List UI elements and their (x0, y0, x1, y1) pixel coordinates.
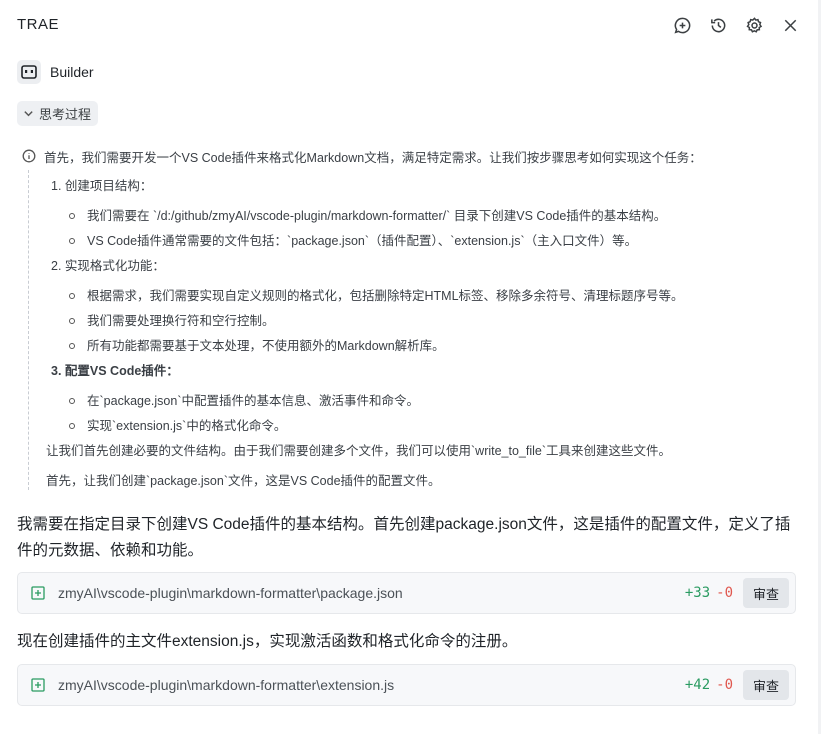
builder-icon (17, 60, 41, 84)
thinking-content: 首先，我们需要开发一个VS Code插件来格式化Markdown文档，满足特定需… (22, 146, 802, 490)
step-title: 2. 实现格式化功能： (51, 259, 165, 273)
settings-button[interactable] (743, 14, 765, 36)
list-item: 实现`extension.js`中的格式化命令。 (69, 416, 286, 436)
close-icon (784, 19, 796, 31)
diff-stats: +42 -0 (685, 677, 733, 693)
thought-paragraph: 首先，让我们创建`package.json`文件，这是VS Code插件的配置文… (46, 474, 441, 488)
thought-paragraph: 让我们首先创建必要的文件结构。由于我们需要创建多个文件，我们可以使用`write… (46, 444, 672, 458)
thinking-toggle[interactable]: 思考过程 (17, 101, 99, 126)
assistant-message: 现在创建插件的主文件extension.js，实现激活函数和格式化命令的注册。 (17, 633, 518, 650)
file-added-icon (31, 678, 45, 692)
assistant-message: 我需要在指定目录下创建VS Code插件的基本结构。首先创建package.js… (17, 516, 791, 559)
thought-intro: 首先，我们需要开发一个VS Code插件来格式化Markdown文档，满足特定需… (44, 150, 702, 165)
gear-icon (745, 16, 762, 33)
file-path[interactable]: zmyAI\vscode-plugin\markdown-formatter\p… (58, 585, 403, 601)
info-icon (22, 149, 36, 163)
list-item: 所有功能都需要基于文本处理，不使用额外的Markdown解析库。 (69, 336, 445, 356)
top-actions (671, 14, 801, 36)
lines-removed: -0 (716, 585, 733, 601)
chevron-down-icon (24, 111, 33, 117)
file-added-icon (31, 586, 45, 600)
thinking-toggle-label: 思考过程 (39, 107, 92, 122)
list-item: 我们需要在 `/d:/github/zmyAI/vscode-plugin/ma… (69, 206, 666, 226)
list-item: 根据需求，我们需要实现自定义规则的格式化，包括删除特定HTML标签、移除多余符号… (69, 286, 684, 306)
review-button[interactable]: 审查 (743, 670, 789, 700)
lines-added: +33 (684, 585, 711, 601)
lines-added: +42 (684, 677, 711, 693)
thought-intro-row: 首先，我们需要开发一个VS Code插件来格式化Markdown文档，满足特定需… (22, 146, 802, 166)
agent-header: Builder (17, 60, 94, 84)
agent-name: Builder (50, 64, 94, 80)
lines-removed: -0 (716, 677, 733, 693)
new-chat-icon (673, 17, 690, 34)
history-icon (710, 18, 725, 32)
step-title: 3. 配置VS Code插件： (51, 364, 179, 378)
new-chat-button[interactable] (671, 14, 693, 36)
top-bar: TRAE (0, 0, 821, 50)
app-title: TRAE (17, 16, 60, 33)
list-item: 在`package.json`中配置插件的基本信息、激活事件和命令。 (69, 391, 419, 411)
step-title: 1. 创建项目结构： (51, 179, 153, 193)
diff-stats: +33 -0 (685, 585, 733, 601)
file-change-card[interactable]: zmyAI\vscode-plugin\markdown-formatter\p… (17, 572, 796, 614)
list-item: 我们需要处理换行符和空行控制。 (69, 311, 275, 331)
thought-steps: 1. 创建项目结构： 我们需要在 `/d:/github/zmyAI/vscod… (28, 170, 802, 490)
file-change-card[interactable]: zmyAI\vscode-plugin\markdown-formatter\e… (17, 664, 796, 706)
close-button[interactable] (779, 14, 801, 36)
history-button[interactable] (707, 14, 729, 36)
file-path[interactable]: zmyAI\vscode-plugin\markdown-formatter\e… (58, 677, 394, 693)
review-button[interactable]: 审查 (743, 578, 789, 608)
list-item: VS Code插件通常需要的文件包括：`package.json`（插件配置）、… (69, 231, 637, 251)
